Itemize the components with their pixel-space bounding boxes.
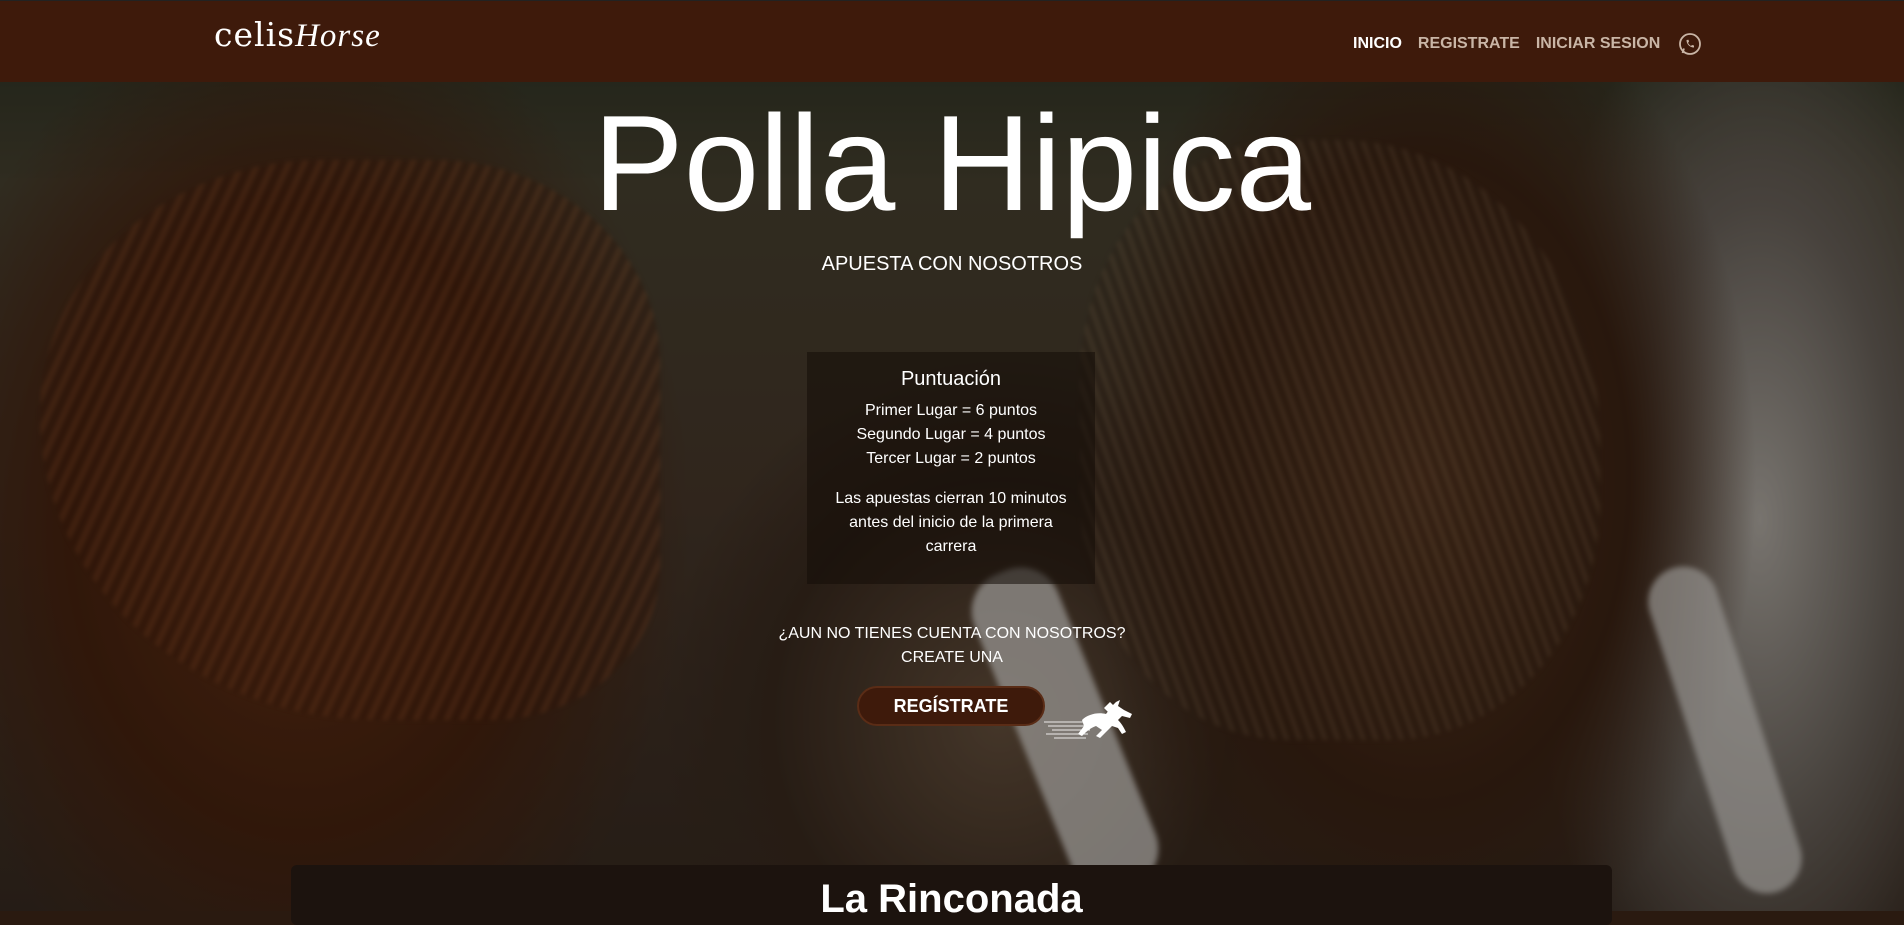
signup-question: ¿AUN NO TIENES CUENTA CON NOSOTROS? (778, 625, 1126, 642)
betting-close-note: Las apuestas cierran 10 minutos antes de… (835, 490, 1067, 555)
logo-text-2: Horse (295, 18, 381, 54)
nav-links: INICIO REGISTRATE INICIAR SESION (1353, 31, 1702, 56)
logo-text: celis (214, 15, 296, 54)
site-logo[interactable]: celisHorse (214, 15, 381, 55)
nav-link-inicio[interactable]: INICIO (1353, 35, 1402, 53)
signup-prompt: ¿AUN NO TIENES CUENTA CON NOSOTROS? CREA… (0, 622, 1904, 670)
nav-link-registrate[interactable]: REGISTRATE (1418, 35, 1520, 53)
scoring-line: Primer Lugar = 6 puntos (864, 402, 1038, 419)
scoring-title: Puntuación (900, 368, 1002, 390)
signup-cta-text: CREATE UNA (901, 649, 1003, 666)
scoring-panel: Puntuación Primer Lugar = 6 puntos Segun… (807, 352, 1095, 584)
scoring-line: Tercer Lugar = 2 puntos (866, 450, 1036, 467)
scoring-list: Primer Lugar = 6 puntos Segundo Lugar = … (807, 399, 1095, 471)
racetrack-title: La Rinconada (820, 877, 1083, 921)
page-title: Polla Hipica (592, 87, 1312, 239)
nav-link-iniciar-sesion[interactable]: INICIAR SESION (1536, 35, 1660, 53)
navbar: celisHorse INICIO REGISTRATE INICIAR SES… (0, 0, 1904, 82)
whatsapp-icon[interactable] (1678, 32, 1702, 56)
register-button[interactable]: REGÍSTRATE (857, 686, 1045, 726)
racing-horse-icon (1044, 700, 1132, 739)
page-subtitle: APUESTA CON NOSOTROS (821, 253, 1083, 275)
scoring-line: Segundo Lugar = 4 puntos (856, 426, 1046, 443)
racetrack-card: La Rinconada (291, 865, 1612, 925)
